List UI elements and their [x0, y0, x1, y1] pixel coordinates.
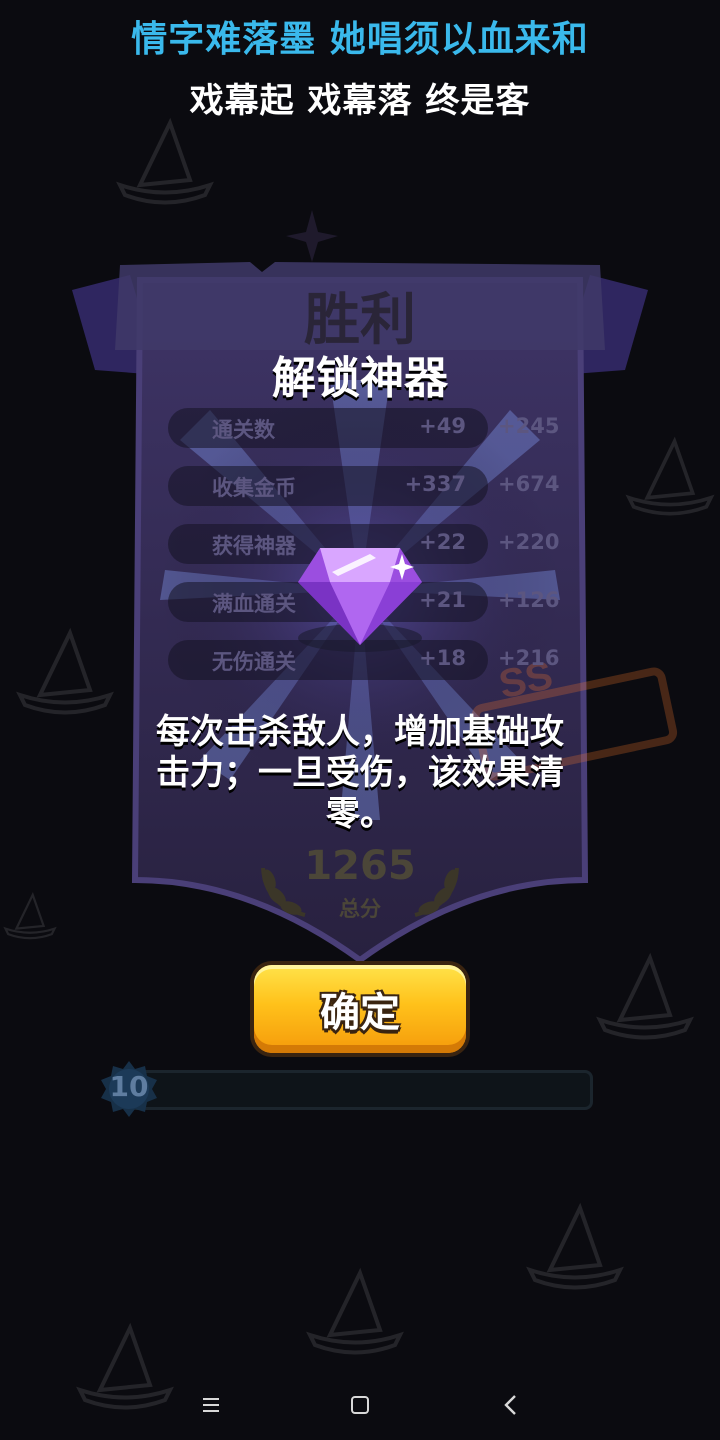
confirm-button-face[interactable]: 确定: [254, 965, 466, 1053]
purple-gem-icon: [298, 548, 422, 652]
stat-value: +337: [404, 472, 466, 496]
result-panel: SS 胜利 解锁神器 通关数 +49 +245 收集金币 +337 +674 获…: [0, 0, 720, 1440]
confirm-button[interactable]: 确定: [250, 961, 470, 1057]
stat-label: 满血通关: [212, 592, 296, 616]
stat-label: 收集金币: [212, 476, 296, 500]
system-nav-bar: [0, 1370, 720, 1440]
stat-bonus: +216: [498, 646, 560, 670]
stat-label: 获得神器: [212, 534, 296, 558]
stat-value: +49: [419, 414, 466, 438]
stat-label: 通关数: [212, 418, 275, 442]
experience-bar: [128, 1070, 593, 1110]
unlock-artifact-title: 解锁神器: [272, 353, 448, 404]
stat-bonus: +245: [498, 414, 560, 438]
stat-row: 收集金币 +337: [168, 466, 488, 506]
stat-row: 通关数 +49: [168, 408, 488, 448]
artifact-description: 每次击杀敌人，增加基础攻击力；一旦受伤，该效果清零。: [156, 712, 564, 834]
stat-bonus: +220: [498, 530, 560, 554]
back-icon[interactable]: [493, 1390, 529, 1420]
stat-bonus: +674: [498, 472, 560, 496]
home-square-icon[interactable]: [342, 1390, 378, 1420]
stat-label: 无伤通关: [212, 650, 296, 674]
confirm-button-label: 确定: [320, 990, 400, 1036]
level-number: 10: [109, 1070, 149, 1103]
total-score-label: 总分: [339, 897, 381, 921]
menu-icon[interactable]: [193, 1390, 229, 1420]
total-score: 1265: [304, 843, 416, 889]
stat-bonus: +126: [498, 588, 560, 612]
